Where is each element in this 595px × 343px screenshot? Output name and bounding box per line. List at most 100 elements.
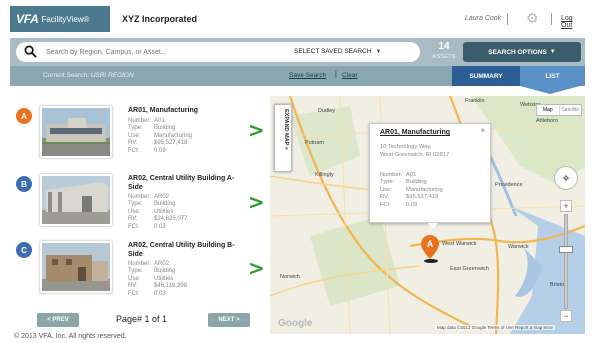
page-indicator: Page# 1 of 1 <box>116 314 168 324</box>
logout-link[interactable]: Log Out <box>561 15 585 29</box>
fci-label: FCI: <box>128 290 140 297</box>
rv-label: RV: <box>128 216 138 223</box>
asset-thumbnail[interactable] <box>40 106 112 158</box>
search-options-label: SEARCH OPTIONS <box>488 48 547 56</box>
list-item[interactable]: A AR01, Manufacturing Number: A01 Type: Bu… <box>10 96 270 164</box>
use-label: Use: <box>128 275 141 282</box>
asset-name[interactable]: AR02, Central Utility Building A-Side <box>128 174 238 192</box>
search-icon <box>24 45 37 58</box>
type-value: Building <box>154 125 176 132</box>
type-label: Type: <box>128 201 143 208</box>
rv-value: $95,527,418 <box>154 140 188 147</box>
tab-summary[interactable]: SUMMARY <box>452 66 520 86</box>
expand-map-button[interactable]: EXPAND MAP » <box>274 104 292 172</box>
save-search-link[interactable]: Save Search <box>289 72 326 79</box>
user-name: Laura Cook <box>465 15 502 22</box>
map-type-satellite[interactable]: Satellite <box>558 105 582 115</box>
saved-search-dropdown[interactable]: SELECT SAVED SEARCH ▼ <box>294 48 381 55</box>
prev-button[interactable]: < PREV <box>37 313 79 327</box>
zoom-in-button[interactable]: + <box>560 200 572 212</box>
zoom-out-button[interactable]: − <box>560 310 572 322</box>
town-label: Attleboro <box>536 118 559 124</box>
caret-down-icon: ▼ <box>375 49 382 55</box>
asset-fields: Number: AR02 Type: Building Use: Utilities … <box>128 261 187 298</box>
popup-address: 10 Technology Way, West Greenwich, RI 02… <box>380 144 449 159</box>
map-marker-letter: A <box>427 239 434 249</box>
rv-value: $46,119,398 <box>154 283 187 290</box>
fci-value: 0.03 <box>154 223 166 230</box>
asset-name[interactable]: AR02, Central Utility Building B-Side <box>128 241 238 259</box>
number-value: A01 <box>406 172 417 178</box>
town-label: Dudley <box>318 108 336 114</box>
logo-vfa-text: VFA <box>16 12 39 26</box>
gear-icon[interactable]: ⚙ <box>526 11 540 25</box>
rv-label: RV: <box>128 140 138 147</box>
tab-list[interactable]: LIST <box>520 66 585 86</box>
zoom-slider-handle[interactable] <box>559 246 573 253</box>
number-label: Number: <box>128 118 152 124</box>
use-label: Use: <box>128 132 141 139</box>
map-type-control[interactable]: Map Satellite <box>536 104 582 116</box>
rv-value: $24,825,077 <box>154 216 188 223</box>
use-label: Use: <box>380 186 392 193</box>
go-arrow-icon[interactable]: > <box>248 190 265 214</box>
search-options-button[interactable]: SEARCH OPTIONS ▼ <box>463 42 581 62</box>
fci-label: FCI: <box>128 147 140 154</box>
list-item[interactable]: B AR02, Central Utility Building A-Side … <box>10 166 270 234</box>
go-arrow-icon[interactable]: > <box>248 118 265 142</box>
type-label: Type: <box>380 179 395 186</box>
use-value: Manufacturing <box>406 186 443 193</box>
map-view[interactable]: Webster Franklin Attleboro Putnam Killin… <box>270 96 585 334</box>
popup-pointer <box>428 223 438 229</box>
town-label: Providence <box>495 182 523 188</box>
fci-label: FCI: <box>128 223 140 230</box>
number-value: AR02 <box>154 261 170 267</box>
asset-thumbnail[interactable] <box>40 241 112 293</box>
marker-badge: A <box>16 108 32 124</box>
vfa-logo[interactable]: VFA FacilityView® <box>10 6 110 32</box>
map-type-map[interactable]: Map <box>537 105 559 115</box>
use-value: Utilities <box>154 208 174 215</box>
asset-thumbnail[interactable] <box>40 174 112 226</box>
town-label: Warwick <box>508 244 529 250</box>
asset-fields: Number: AR02 Type: Building Use: Utilities … <box>128 194 187 231</box>
search-box[interactable]: SELECT SAVED SEARCH▼ <box>16 42 420 62</box>
marker-badge: C <box>16 242 32 258</box>
copyright: © 2013 VFA, Inc. All rights reserved. <box>14 333 127 340</box>
type-value: Building <box>154 268 176 275</box>
town-label: East Greenwich <box>450 266 489 272</box>
close-icon[interactable]: × <box>480 126 485 135</box>
fci-value: 0.03 <box>154 290 166 297</box>
clear-link[interactable]: Clear <box>342 72 358 79</box>
popup-title[interactable]: AR01, Manufacturing <box>380 129 450 136</box>
search-input[interactable] <box>46 45 266 59</box>
client-name: XYZ Incorporated <box>122 14 198 24</box>
map-attribution[interactable]: Map data ©2013 Google Terms of Use Repor… <box>435 325 556 330</box>
zoom-slider[interactable] <box>564 214 568 309</box>
assets-count: 14 <box>438 41 450 52</box>
pan-control-icon[interactable]: ✥ <box>554 166 578 190</box>
map-marker-icon[interactable]: A <box>421 235 439 259</box>
expand-map-label: EXPAND MAP » <box>283 109 289 150</box>
rv-label: RV: <box>128 283 138 290</box>
current-search-label: Current Search: <box>43 72 89 79</box>
town-label: Killingly <box>315 172 334 178</box>
rv-value: $95,527,418 <box>406 194 439 201</box>
town-label: West Warwick <box>442 241 477 247</box>
type-label: Type: <box>128 125 143 132</box>
town-label: Putnam <box>305 140 324 146</box>
go-arrow-icon[interactable]: > <box>248 256 265 280</box>
list-item[interactable]: C AR02, Central Utility Building B-Side … <box>10 236 270 304</box>
popup-address-line2: West Greenwich, RI 02817 <box>380 151 450 158</box>
use-label: Use: <box>128 208 141 215</box>
fci-label: FCI: <box>380 201 391 208</box>
current-search-value: USRI REGION <box>90 72 134 79</box>
rv-label: RV: <box>380 194 390 201</box>
building-photo <box>42 176 110 224</box>
asset-name[interactable]: AR01, Manufacturing <box>128 106 238 115</box>
number-label: Number: <box>128 261 152 267</box>
next-button[interactable]: NEXT > <box>208 313 250 327</box>
logo-facilityview-text: FacilityView® <box>41 14 90 24</box>
current-search-bar: Current Search: USRI REGION Save Search … <box>10 66 585 86</box>
type-value: Building <box>406 179 427 186</box>
